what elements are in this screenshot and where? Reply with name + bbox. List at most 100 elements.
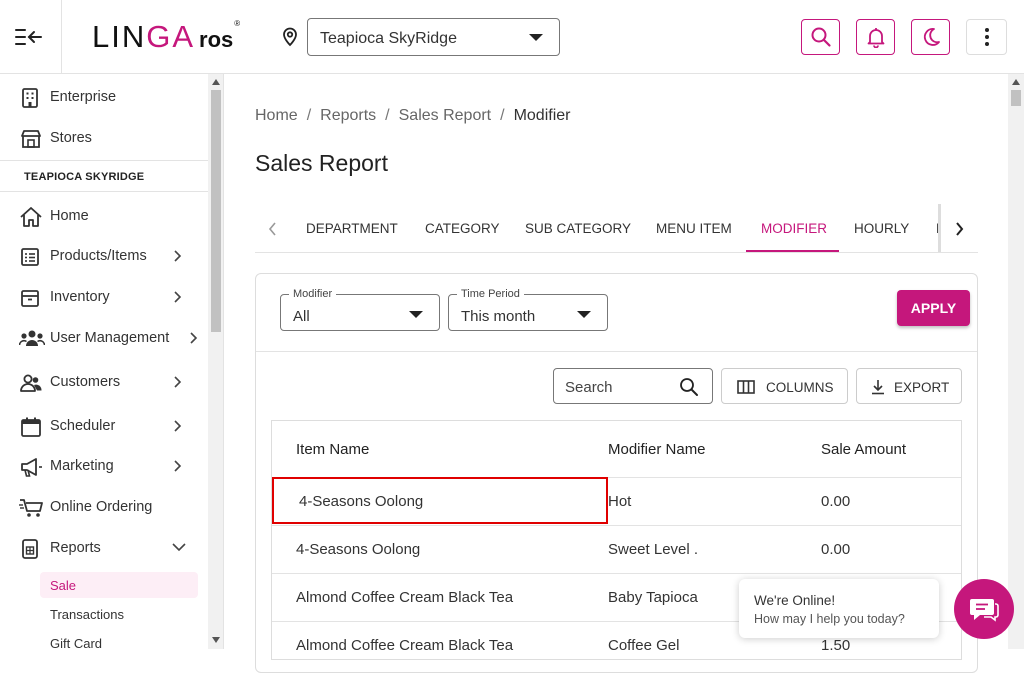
dark-mode-button[interactable] [911, 19, 950, 55]
tab-scroll-shadow [938, 204, 941, 252]
column-header-modifier-name[interactable]: Modifier Name [608, 441, 706, 458]
bell-icon [867, 28, 884, 48]
export-button[interactable]: EXPORT [856, 368, 962, 404]
sidebar-item-inventory[interactable]: Inventory [0, 277, 208, 317]
row-divider [272, 525, 961, 526]
sidebar-divider [0, 160, 208, 161]
tab-department[interactable]: DEPARTMENT [306, 221, 398, 236]
menu-collapse-icon[interactable] [14, 26, 44, 48]
tab-active-indicator [746, 250, 839, 252]
time-period-select[interactable]: Time Period This month [448, 288, 608, 331]
sidebar-subitem-sale[interactable]: Sale [40, 572, 198, 598]
search-input[interactable]: Search [553, 368, 713, 404]
more-options-button[interactable] [966, 19, 1007, 55]
tab-category[interactable]: CATEGORY [425, 221, 500, 236]
apply-button[interactable]: APPLY [897, 290, 970, 326]
sidebar-scroll-thumb[interactable] [211, 90, 221, 332]
calendar-icon [19, 416, 43, 438]
modifier-select[interactable]: Modifier All [280, 288, 440, 331]
download-icon [872, 380, 884, 395]
sidebar-item-home[interactable]: Home [0, 196, 208, 236]
list-icon [19, 246, 43, 268]
megaphone-icon [19, 456, 43, 478]
scroll-up-icon[interactable] [1012, 79, 1020, 85]
columns-button[interactable]: COLUMNS [721, 368, 848, 404]
chevron-right-icon [174, 250, 182, 262]
sidebar-item-stores[interactable]: Stores [0, 118, 208, 158]
chevron-right-icon[interactable] [955, 222, 964, 236]
location-pin-icon [281, 27, 299, 52]
sidebar-subitem-gift-card[interactable]: Gift Card [40, 630, 198, 649]
sidebar-item-user-management[interactable]: User Management [0, 318, 208, 358]
breadcrumb-reports[interactable]: Reports [320, 107, 376, 124]
chevron-right-icon [174, 460, 182, 472]
chevron-left-icon[interactable] [268, 222, 277, 236]
scroll-down-icon[interactable] [212, 637, 220, 643]
cell-modifier-name: Sweet Level . [608, 541, 699, 558]
breadcrumb-modifier: Modifier [513, 107, 571, 124]
top-bar: LINGA ros® Teapioca SkyRidge [0, 0, 1024, 74]
sidebar-item-marketing[interactable]: Marketing [0, 446, 208, 486]
cell-item-name: Almond Coffee Cream Black Tea [296, 589, 514, 606]
notifications-button[interactable] [856, 19, 895, 55]
report-icon [19, 538, 43, 560]
users-icon [18, 328, 46, 350]
sidebar-item-online-ordering[interactable]: Online Ordering [0, 487, 208, 527]
sidebar-item-reports[interactable]: Reports [0, 528, 208, 568]
chevron-right-icon [174, 291, 182, 303]
header-divider [61, 0, 62, 73]
column-header-item-name[interactable]: Item Name [296, 441, 369, 458]
store-select-value: Teapioca SkyRidge [320, 30, 457, 47]
row-divider [272, 573, 961, 574]
store-select[interactable]: Teapioca SkyRidge [307, 18, 560, 56]
sidebar-subitem-transactions[interactable]: Transactions [40, 601, 198, 627]
tab-menu-item[interactable]: MENU ITEM [656, 221, 732, 236]
sidebar-store-heading: TEAPIOCA SKYRIDGE [24, 171, 145, 183]
breadcrumb: Home / Reports / Sales Report / Modifier [255, 107, 571, 124]
chat-button[interactable] [954, 579, 1014, 639]
sidebar: Enterprise Stores TEAPIOCA SKYRIDGE Home… [0, 74, 208, 649]
moon-icon [923, 28, 940, 46]
main-scroll-thumb[interactable] [1011, 90, 1021, 106]
report-tabs: DEPARTMENT CATEGORY SUB CATEGORY MENU IT… [255, 204, 978, 253]
chevron-right-icon [190, 332, 198, 344]
cell-item-name: Almond Coffee Cream Black Tea [296, 637, 514, 654]
chevron-down-icon [577, 311, 591, 318]
chevron-right-icon [174, 376, 182, 388]
customers-icon [19, 372, 43, 394]
cell-modifier-name: Baby Tapioca [608, 589, 698, 606]
linga-logo[interactable]: LINGA ros® [92, 19, 242, 55]
sidebar-item-customers[interactable]: Customers [0, 362, 208, 402]
more-vertical-icon [984, 28, 989, 46]
cart-icon [19, 497, 43, 519]
cell-sale-amount: 0.00 [821, 541, 851, 558]
sidebar-item-products[interactable]: Products/Items [0, 236, 208, 276]
breadcrumb-sales-report[interactable]: Sales Report [399, 107, 492, 124]
chat-icon [970, 599, 999, 622]
breadcrumb-home[interactable]: Home [255, 107, 298, 124]
cell-modifier-name: Coffee Gel [608, 637, 680, 654]
tab-modifier[interactable]: MODIFIER [761, 221, 827, 236]
cell-sale-amount: 0.00 [821, 493, 851, 510]
filter-divider [256, 351, 977, 352]
chevron-right-icon [174, 420, 182, 432]
chevron-down-icon [172, 543, 186, 552]
column-header-sale-amount[interactable]: Sale Amount [821, 441, 906, 458]
page-title: Sales Report [255, 150, 388, 176]
store-icon [19, 128, 43, 150]
scroll-up-icon[interactable] [212, 79, 220, 85]
search-button[interactable] [801, 19, 840, 55]
sidebar-item-scheduler[interactable]: Scheduler [0, 406, 208, 446]
sidebar-item-enterprise[interactable]: Enterprise [0, 77, 208, 117]
home-icon [19, 206, 43, 228]
cell-item-name: 4-Seasons Oolong [296, 541, 421, 558]
main-scrollbar[interactable] [1008, 74, 1024, 649]
chat-greeting[interactable]: We're Online! How may I help you today? [739, 579, 939, 638]
box-icon [19, 287, 43, 309]
sidebar-divider [0, 191, 208, 192]
tab-sub-category[interactable]: SUB CATEGORY [525, 221, 631, 236]
tab-hourly[interactable]: HOURLY [854, 221, 909, 236]
search-icon [811, 27, 831, 47]
chevron-down-icon [409, 311, 423, 318]
sidebar-scrollbar[interactable] [208, 74, 224, 649]
